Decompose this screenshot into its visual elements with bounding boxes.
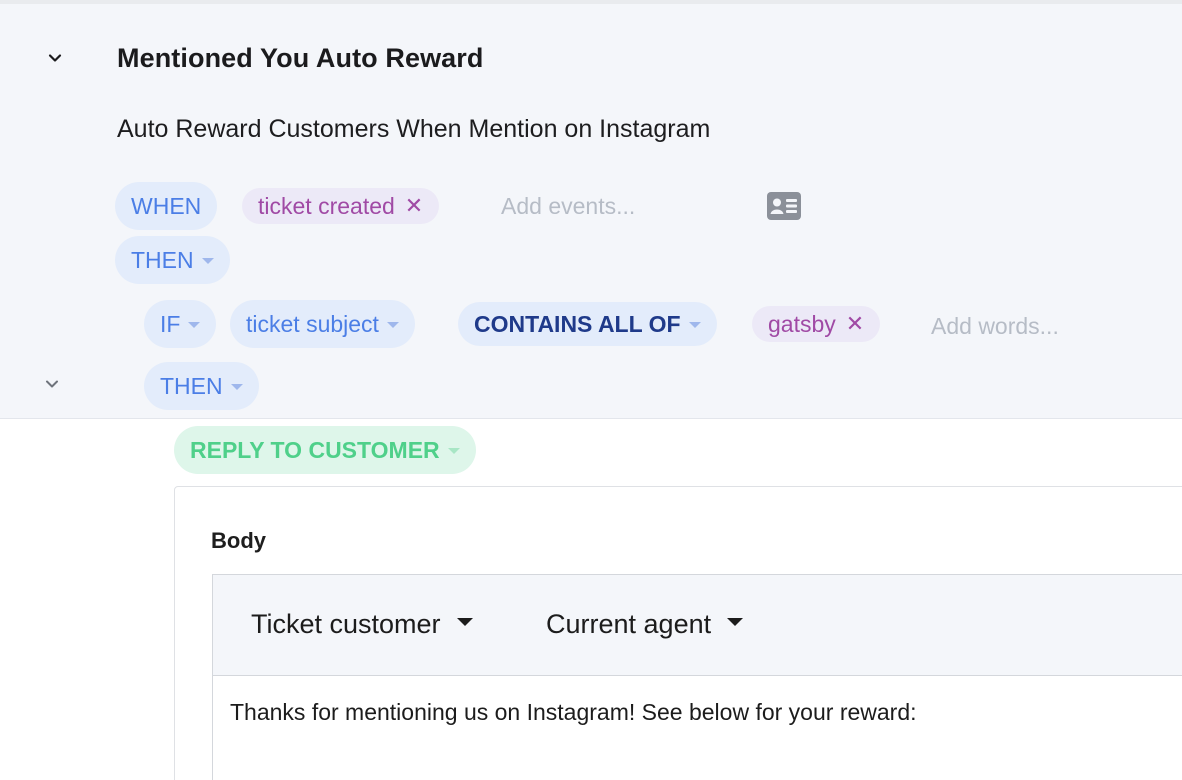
close-icon[interactable]: ✕ bbox=[405, 193, 423, 219]
caret-down-icon bbox=[688, 322, 701, 328]
close-icon[interactable]: ✕ bbox=[846, 311, 864, 337]
body-label: Body bbox=[211, 528, 266, 553]
rule-title: Mentioned You Auto Reward bbox=[117, 43, 484, 73]
editor-toolbar: Ticket customer Current agent bbox=[213, 575, 1182, 676]
operator-dropdown[interactable]: CONTAINS ALL OF bbox=[458, 302, 717, 346]
when-label: WHEN bbox=[131, 192, 202, 219]
caret-down-icon bbox=[188, 322, 201, 328]
event-tag: ticket created ✕ bbox=[242, 188, 440, 224]
current-agent-dropdown[interactable]: Current agent bbox=[546, 609, 744, 640]
field-dropdown[interactable]: ticket subject bbox=[230, 300, 415, 348]
events-input[interactable]: Add events... bbox=[501, 193, 635, 220]
body-editor: Ticket customer Current agent Thanks for… bbox=[212, 574, 1182, 780]
operator-label: CONTAINS ALL OF bbox=[474, 310, 681, 337]
if-label: IF bbox=[160, 310, 181, 337]
chevron-down-icon[interactable] bbox=[48, 51, 62, 65]
action-label: REPLY TO CUSTOMER bbox=[190, 436, 440, 463]
caret-down-icon bbox=[447, 448, 460, 454]
caret-down-icon bbox=[727, 617, 744, 626]
words-input[interactable]: Add words... bbox=[931, 313, 1059, 340]
event-tag-label: ticket created bbox=[258, 192, 395, 219]
caret-down-icon bbox=[386, 322, 399, 328]
action-dropdown[interactable]: REPLY TO CUSTOMER bbox=[174, 426, 476, 474]
ticket-customer-dropdown[interactable]: Ticket customer bbox=[251, 609, 473, 640]
rule-description: Auto Reward Customers When Mention on In… bbox=[117, 115, 711, 143]
id-card-icon[interactable] bbox=[767, 192, 801, 220]
chevron-down-icon[interactable] bbox=[45, 377, 59, 391]
word-tag: gatsby ✕ bbox=[752, 306, 881, 342]
field-label: ticket subject bbox=[246, 310, 379, 337]
then-dropdown[interactable]: THEN bbox=[115, 236, 230, 284]
caret-down-icon bbox=[201, 258, 214, 264]
inner-then-dropdown[interactable]: THEN bbox=[144, 362, 259, 410]
then-label: THEN bbox=[131, 246, 194, 273]
caret-down-icon bbox=[456, 617, 473, 626]
caret-down-icon bbox=[230, 384, 243, 390]
ticket-customer-label: Ticket customer bbox=[251, 609, 441, 639]
body-textarea[interactable]: Thanks for mentioning us on Instagram! S… bbox=[230, 699, 917, 726]
current-agent-label: Current agent bbox=[546, 609, 712, 639]
word-tag-label: gatsby bbox=[768, 310, 836, 337]
when-pill: WHEN bbox=[115, 182, 218, 230]
inner-then-label: THEN bbox=[160, 372, 223, 399]
if-dropdown[interactable]: IF bbox=[144, 300, 217, 348]
